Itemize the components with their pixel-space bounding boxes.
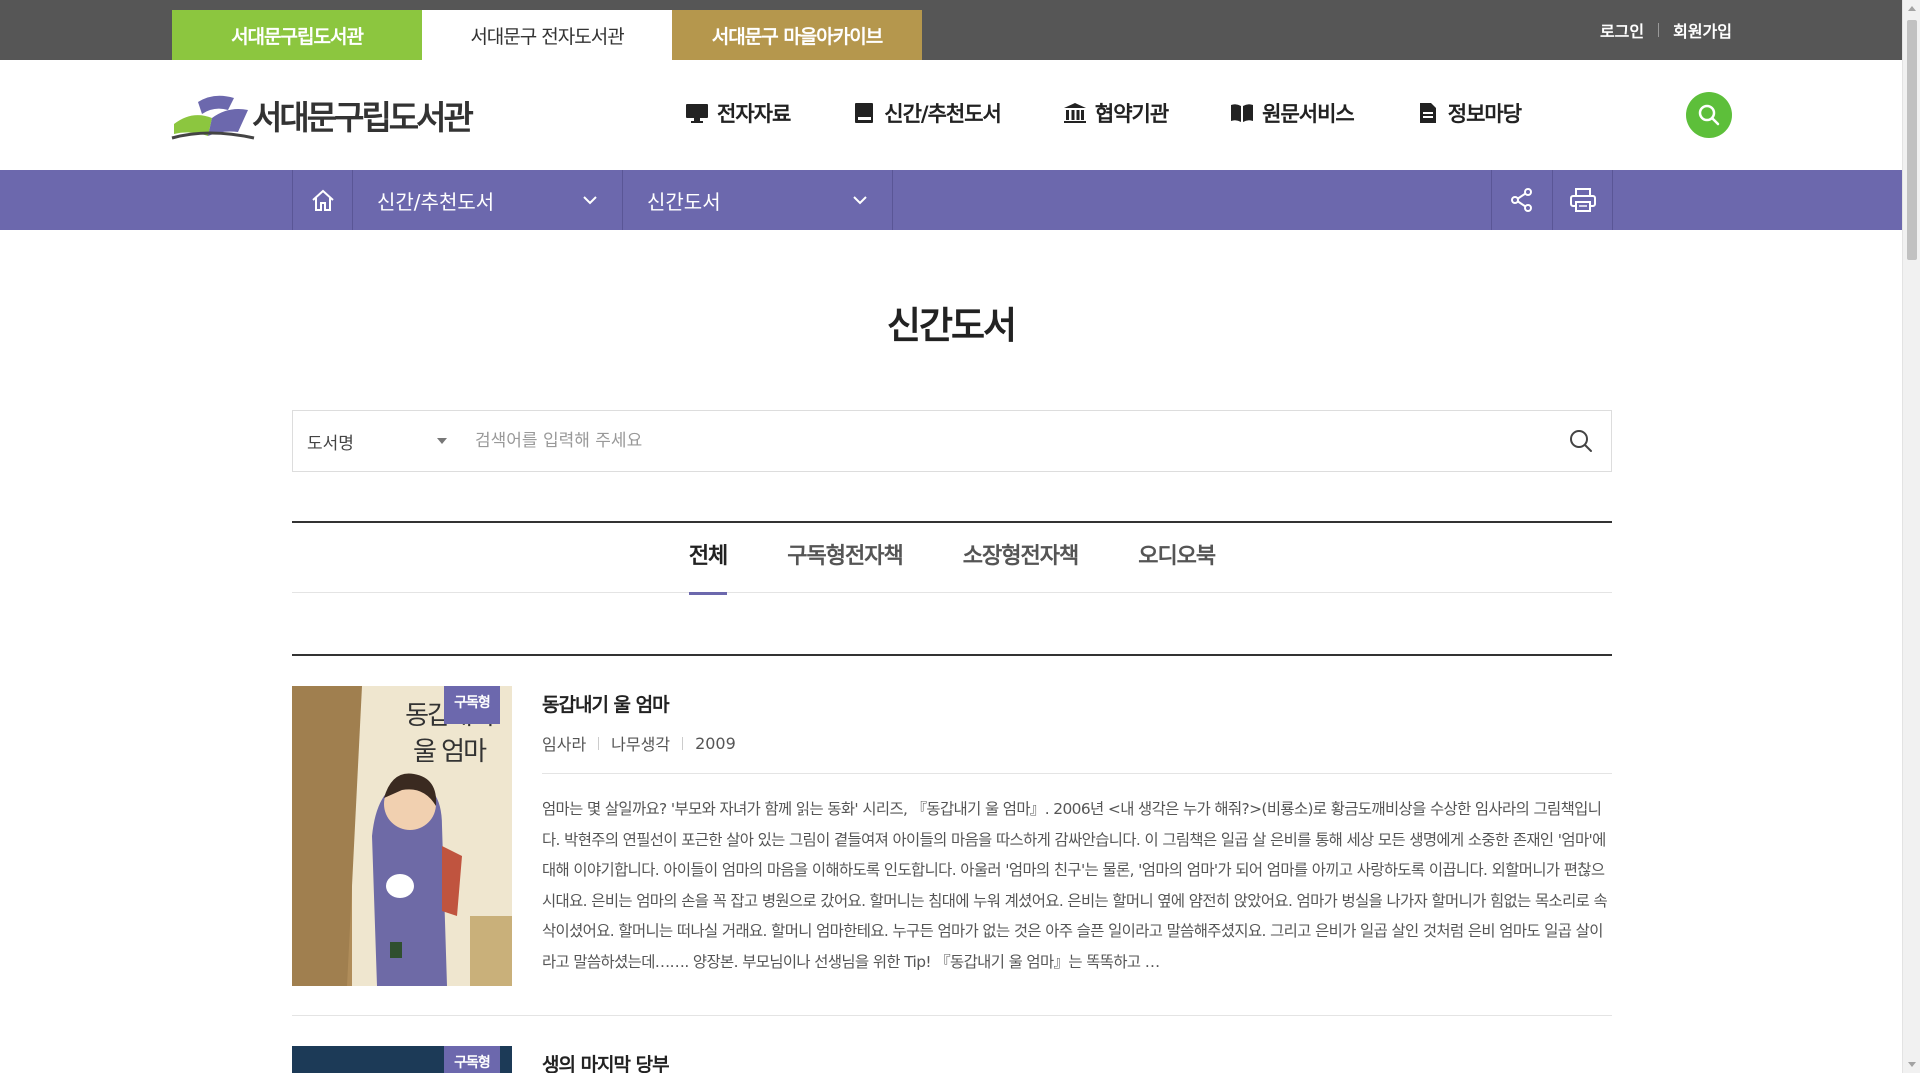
divider [1658,23,1660,37]
divider [598,736,600,750]
nav-label: 협약기관 [1094,102,1169,126]
chevron-down-icon [583,196,597,205]
search-submit-button[interactable] [1565,425,1597,457]
open-book-icon [1231,104,1254,122]
logo[interactable]: 서대문구립도서관 [168,88,474,142]
scroll-thumb[interactable] [1907,20,1917,260]
nav-label: 신간/추천도서 [884,102,1002,126]
tab-owned-ebook[interactable]: 소장형전자책 [963,523,1079,593]
nav-label: 전자자료 [717,102,791,126]
site-tab-library[interactable]: 서대문구립도서관 [172,10,422,60]
search-field-value: 도서명 [307,433,354,454]
institution-icon [1063,103,1086,123]
signup-link[interactable]: 회원가입 [1673,18,1732,42]
book-info: 생의 마지막 당부 [542,1046,1612,1073]
book-info: 동갑내기 울 엄마 임사라 나무생각 2009 엄마는 몇 살일까요? '부모와… [542,686,1612,977]
category-tabs: 전체 구독형전자책 소장형전자책 오디오북 [292,521,1612,595]
search-form: 도서명 [292,410,1612,472]
share-button[interactable] [1491,170,1552,230]
search-input[interactable] [475,421,1525,461]
caret-down-icon [437,438,447,444]
book-publisher: 나무생각 [611,735,671,754]
book-cover[interactable]: 동갑내기 울 엄마 구독형 [292,686,512,986]
book-author: 임사라 [542,735,587,754]
search-icon [1698,104,1720,126]
nav-full-text-service[interactable]: 원문서비스 [1230,98,1355,128]
list-divider [292,654,1612,656]
book-title[interactable]: 동갑내기 울 엄마 [542,690,1612,717]
monitor-icon [686,104,708,123]
tab-audiobook[interactable]: 오디오북 [1138,523,1216,593]
location-bar: 신간/추천도서 신간도서 [0,170,1902,230]
nav-info-board[interactable]: 정보마당 [1416,98,1522,128]
global-nav: 전자자료 신간/추천도서 협약기관 원문서비스 정보마당 [685,98,1583,128]
book-list-item: 동갑내기 울 엄마 구독형 동갑내기 울 엄마 임사라 나무생각 2009 엄마… [292,686,1612,1016]
page-title: 신간도서 [886,304,1017,347]
subscription-badge: 구독형 [444,1046,500,1073]
chevron-down-icon [853,196,867,205]
logo-text: 서대문구립도서관 [252,98,474,137]
book-meta: 임사라 나무생각 2009 [542,731,1612,774]
site-tab-village-archive[interactable]: 서대문구 마을아카이브 [672,10,922,60]
document-icon [1419,103,1436,123]
book-list-item: 구독형 생의 마지막 당부 [292,1046,1612,1073]
breadcrumb-depth2-label: 신간도서 [647,189,721,214]
user-links: 로그인 회원가입 [1600,18,1732,42]
subscription-badge: 구독형 [444,686,500,724]
nav-partner-institutions[interactable]: 협약기관 [1063,98,1169,128]
site-tab-ebook-library[interactable]: 서대문구 전자도서관 [422,10,672,60]
breadcrumb-depth1-dropdown[interactable]: 신간/추천도서 [353,170,623,230]
divider [682,736,684,750]
scroll-up-arrow-icon[interactable] [1908,6,1916,11]
book-title[interactable]: 생의 마지막 당부 [542,1050,1612,1073]
print-button[interactable] [1552,170,1613,230]
book-cover[interactable]: 구독형 [292,1046,512,1073]
nav-e-resources[interactable]: 전자자료 [685,98,791,128]
header-search-button[interactable] [1686,92,1732,138]
search-field-select[interactable]: 도서명 [307,411,447,471]
breadcrumb: 신간/추천도서 신간도서 [292,170,1613,230]
page-scrollbar[interactable] [1902,0,1920,1073]
breadcrumb-depth2-dropdown[interactable]: 신간도서 [623,170,893,230]
book-description: 엄마는 몇 살일까요? '부모와 자녀가 함께 읽는 동화' 시리즈, 『동갑내… [542,800,1608,971]
book-icon [855,103,874,123]
tab-subscription-ebook[interactable]: 구독형전자책 [787,523,903,593]
print-icon [1569,188,1596,212]
nav-new-recommended[interactable]: 신간/추천도서 [852,98,1002,128]
scroll-down-arrow-icon[interactable] [1908,1062,1916,1067]
nav-label: 원문서비스 [1262,102,1355,126]
search-icon [1570,430,1592,452]
site-header: 서대문구립도서관 전자자료 신간/추천도서 협약기관 원문서비스 정보마당 [0,60,1902,170]
nav-label: 정보마당 [1447,102,1522,126]
book-year: 2009 [695,733,736,753]
tab-all[interactable]: 전체 [688,523,728,595]
login-link[interactable]: 로그인 [1600,18,1644,42]
breadcrumb-depth1-label: 신간/추천도서 [377,189,495,214]
home-icon [311,189,334,211]
top-utility-bar: 서대문구립도서관 서대문구 전자도서관 서대문구 마을아카이브 로그인 회원가입 [0,0,1902,60]
library-logo-icon [171,95,255,140]
share-icon [1511,188,1532,212]
home-button[interactable] [293,170,353,230]
